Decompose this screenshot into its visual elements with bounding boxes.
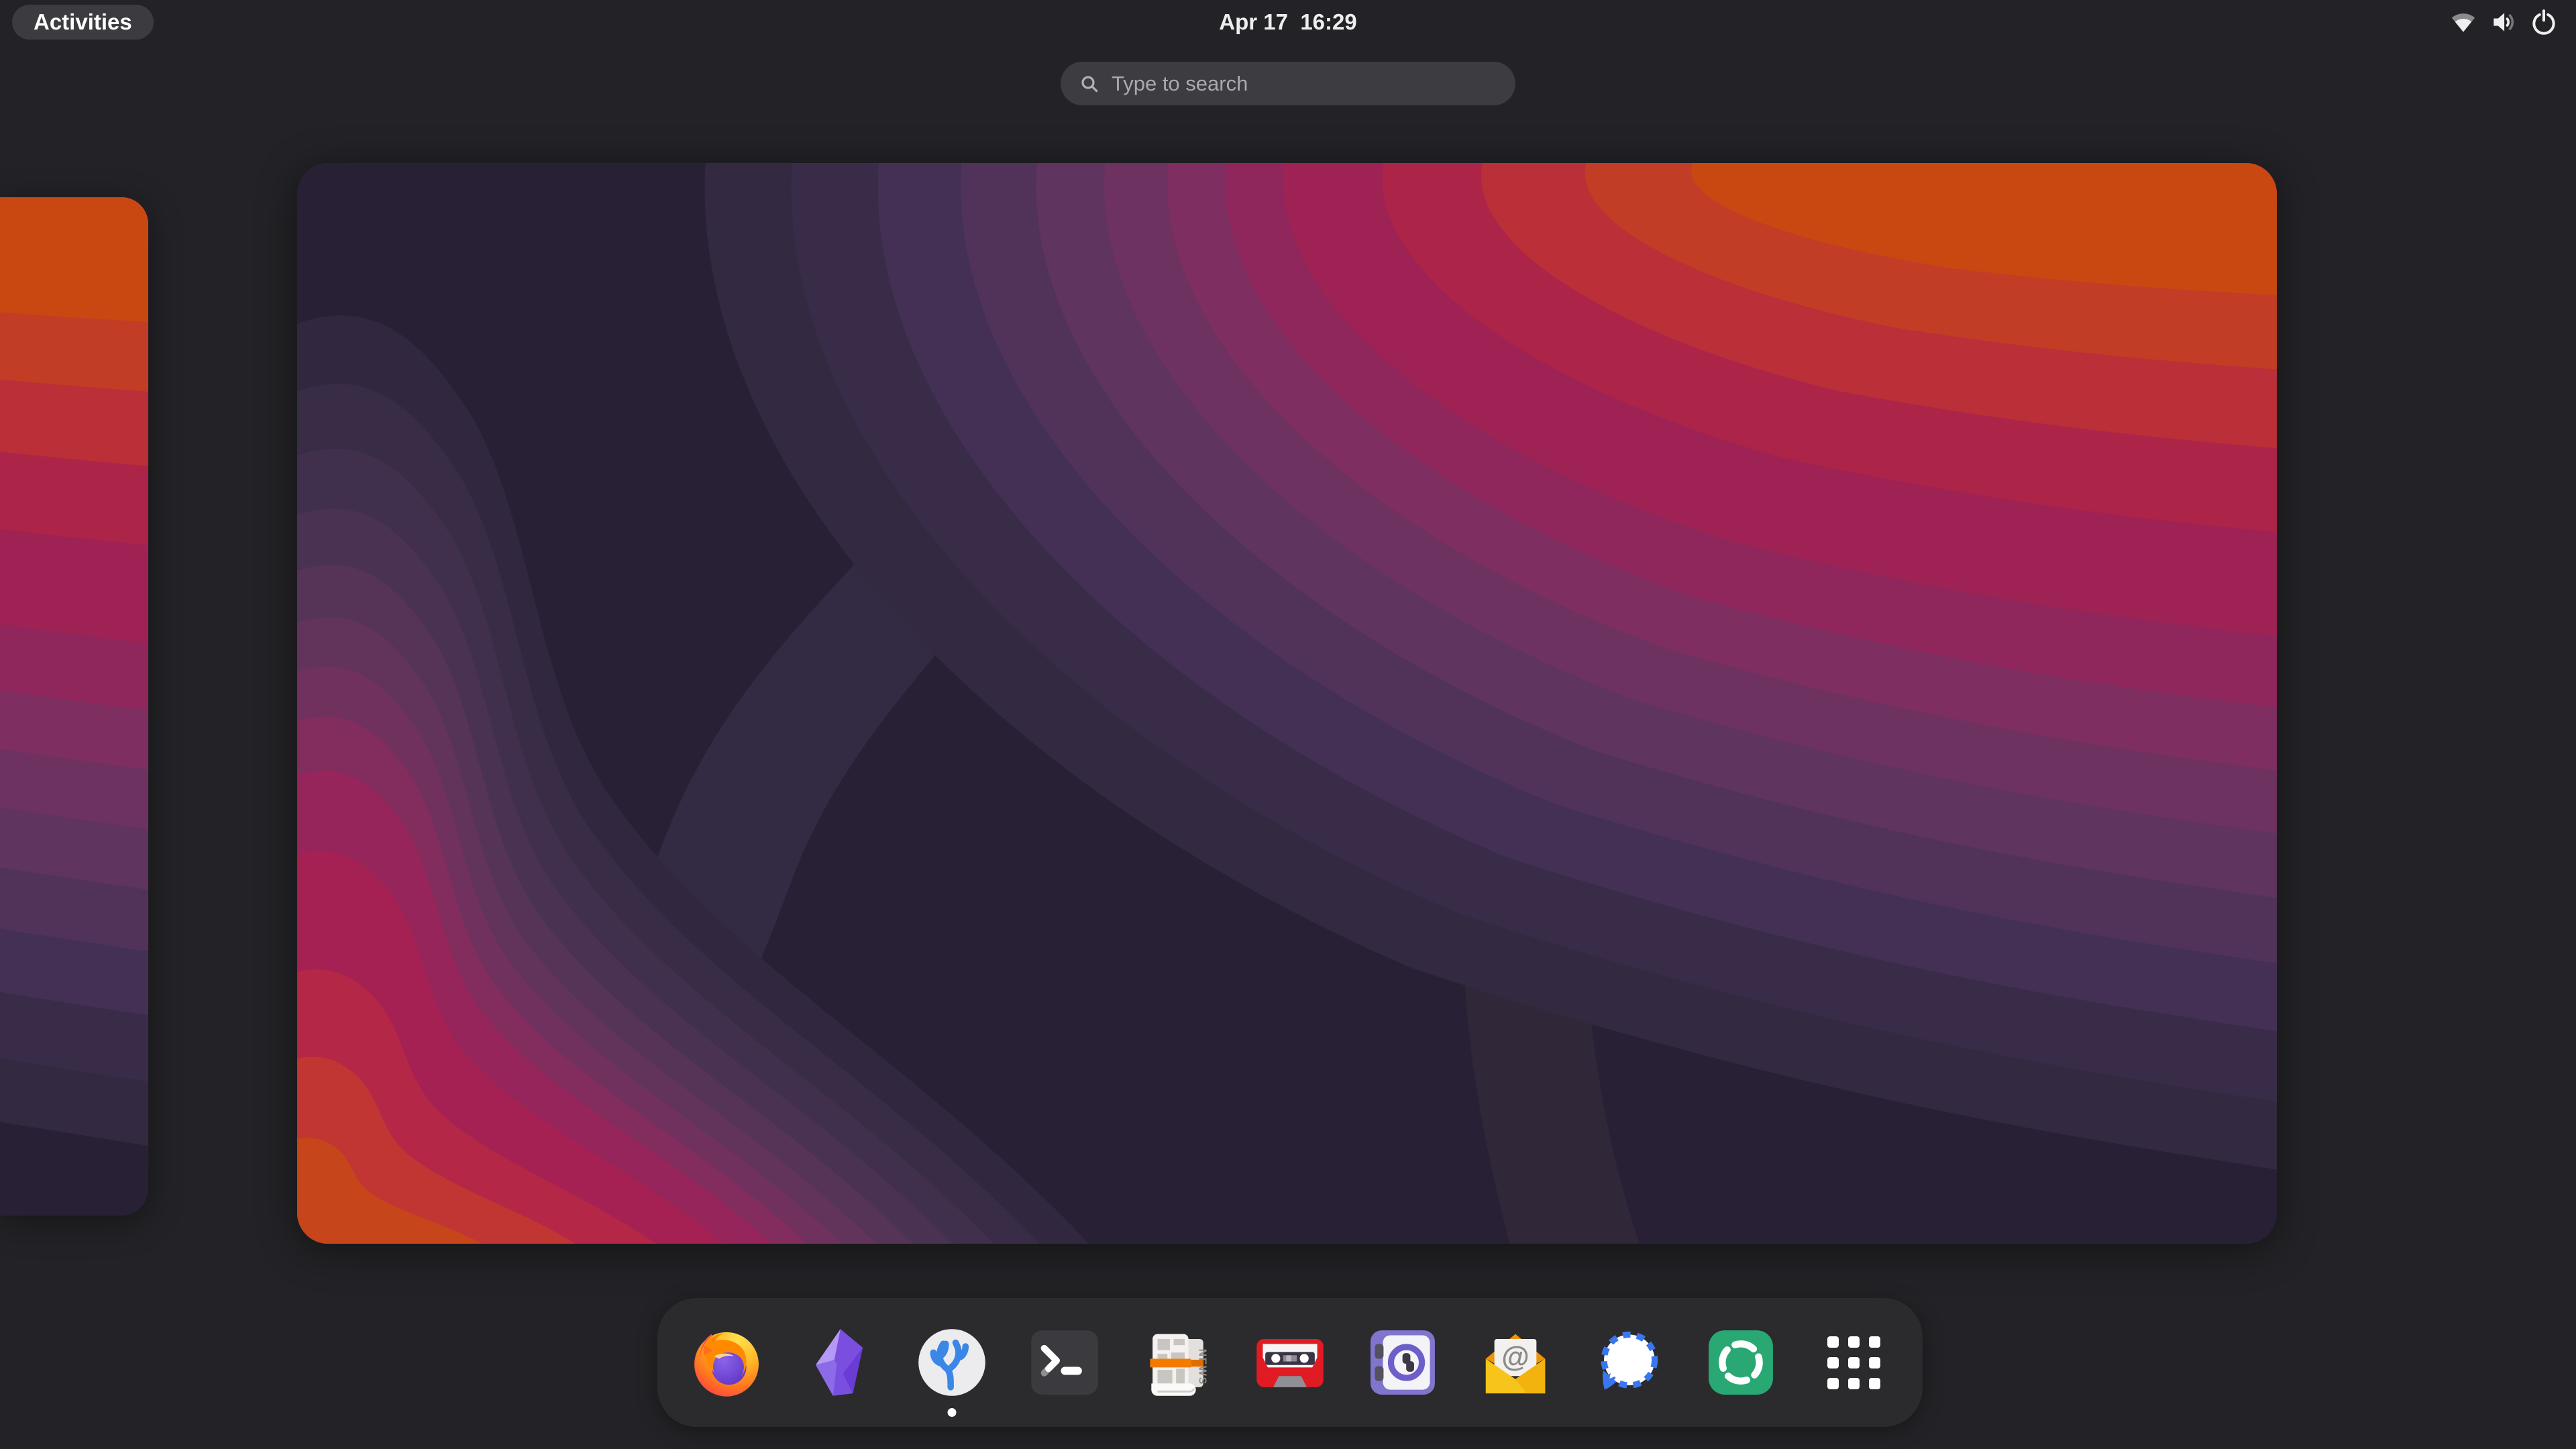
sync-icon (1701, 1323, 1780, 1402)
clock-date-time[interactable]: Apr 17 16:29 (1219, 0, 1356, 44)
svg-text:NEWS: NEWS (1196, 1349, 1208, 1385)
dock-item-safe[interactable] (1363, 1323, 1442, 1402)
wallpaper-main (297, 163, 2277, 1244)
safe-icon (1363, 1323, 1442, 1402)
dock-item-terminal[interactable] (1025, 1323, 1104, 1402)
dock-item-cassette[interactable] (1250, 1323, 1330, 1402)
dock-item-signal[interactable] (1589, 1323, 1668, 1402)
volume-icon[interactable] (2489, 7, 2518, 37)
mail-icon: @ (1476, 1323, 1555, 1402)
app-grid-icon (1827, 1336, 1880, 1389)
wallpaper-left (0, 197, 148, 1216)
dock-item-mail[interactable]: @ (1476, 1323, 1555, 1402)
power-icon[interactable] (2529, 7, 2559, 37)
search-icon (1079, 73, 1100, 95)
activities-button[interactable]: Activities (12, 5, 154, 40)
terminal-icon (1025, 1323, 1104, 1402)
wifi-icon[interactable] (2449, 7, 2478, 37)
dock-item-news[interactable]: NEWS (1138, 1323, 1217, 1402)
dock-item-firefox[interactable] (687, 1323, 766, 1402)
running-indicator-dot (948, 1408, 957, 1417)
top-bar: Activities Apr 17 16:29 (0, 0, 2576, 44)
dash-dock: NEWS (657, 1298, 1923, 1427)
search-input[interactable] (1112, 72, 1507, 96)
signal-icon (1589, 1323, 1668, 1402)
obsidian-icon (800, 1323, 879, 1402)
cassette-icon (1250, 1323, 1330, 1402)
dock-item-sync[interactable] (1701, 1323, 1780, 1402)
firefox-icon (687, 1323, 766, 1402)
workspace-preview-active[interactable] (297, 163, 2277, 1244)
svg-text:@: @ (1501, 1341, 1529, 1373)
dock-item-coral[interactable] (912, 1323, 991, 1402)
dock-item-obsidian[interactable] (800, 1323, 879, 1402)
search-bar[interactable] (1061, 62, 1515, 105)
system-status-area[interactable] (2449, 0, 2559, 44)
gnome-activities-overview: { "top_bar": { "activities_label": "Acti… (0, 0, 2576, 1449)
show-apps-button[interactable] (1814, 1323, 1893, 1402)
news-icon: NEWS (1138, 1323, 1217, 1402)
coral-icon (912, 1323, 991, 1402)
workspace-preview-left-partial[interactable] (0, 197, 148, 1216)
